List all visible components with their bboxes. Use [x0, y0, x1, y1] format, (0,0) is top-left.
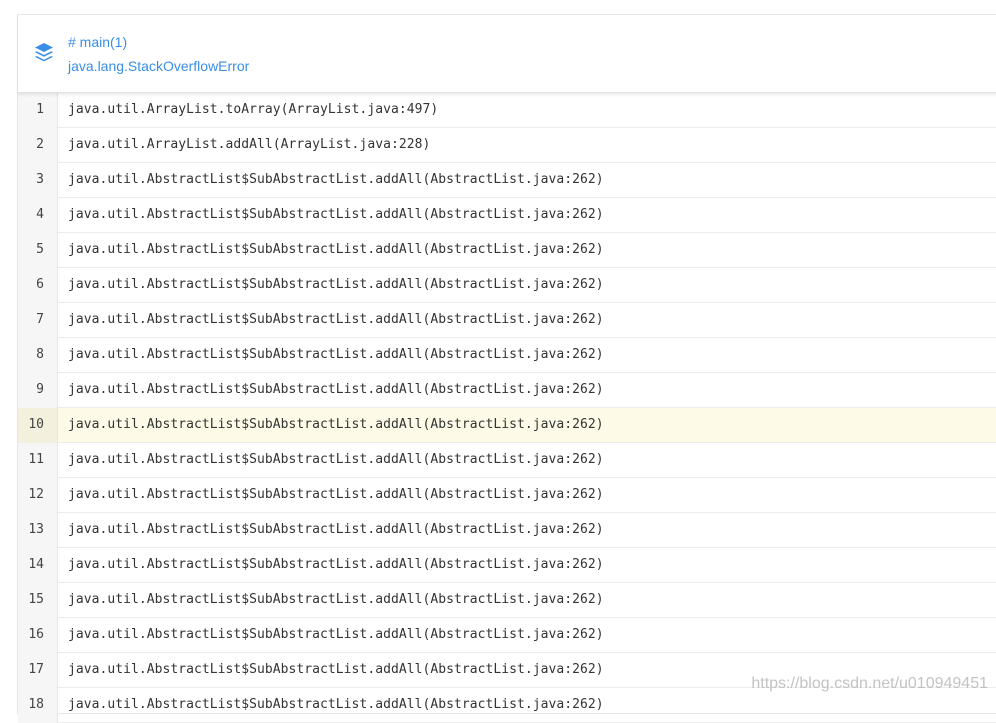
stack-frame-row[interactable]: 13 java.util.AbstractList$SubAbstractList…: [18, 513, 996, 548]
watermark: https://blog.csdn.net/u010949451: [751, 675, 988, 692]
stack-frame-row[interactable]: 8 java.util.AbstractList$SubAbstractList.…: [18, 338, 996, 373]
line-number-gutter: 16: [18, 618, 58, 653]
line-number-gutter: 15: [18, 583, 58, 618]
stack-frame-text: java.util.AbstractList$SubAbstractList.a…: [68, 172, 604, 187]
line-number-gutter: 14: [18, 548, 58, 583]
line-number: 10: [28, 417, 44, 432]
line-number: 15: [28, 592, 44, 607]
line-number: 2: [36, 137, 44, 152]
stack-frame-row[interactable]: 5 java.util.AbstractList$SubAbstractList.…: [18, 233, 996, 268]
stack-frame-row[interactable]: 18 java.util.AbstractList$SubAbstractList…: [18, 688, 996, 723]
line-number-gutter: 13: [18, 513, 58, 548]
stack-frame-row[interactable]: 12 java.util.AbstractList$SubAbstractList…: [18, 478, 996, 513]
line-number: 17: [28, 662, 44, 677]
line-number-gutter: 9: [18, 373, 58, 408]
line-number-gutter: 7: [18, 303, 58, 338]
line-number-gutter: 1: [18, 93, 58, 128]
stack-frame-text: java.util.ArrayList.addAll(ArrayList.jav…: [68, 137, 431, 152]
stack-frame-row[interactable]: 6 java.util.AbstractList$SubAbstractList.…: [18, 268, 996, 303]
stack-frame-text: java.util.AbstractList$SubAbstractList.a…: [68, 697, 604, 712]
line-number: 3: [36, 172, 44, 187]
stack-frame-text: java.util.AbstractList$SubAbstractList.a…: [68, 312, 604, 327]
line-number-gutter: 11: [18, 443, 58, 478]
stack-frame-text: java.util.AbstractList$SubAbstractList.a…: [68, 557, 604, 572]
stack-frame-text: java.util.AbstractList$SubAbstractList.a…: [68, 522, 604, 537]
line-number: 5: [36, 242, 44, 257]
stack-frame-row[interactable]: 9 java.util.AbstractList$SubAbstractList.…: [18, 373, 996, 408]
line-number-gutter: 12: [18, 478, 58, 513]
stack-frame-text: java.util.AbstractList$SubAbstractList.a…: [68, 417, 604, 432]
stack-trace-header: # main(1) java.lang.StackOverflowError: [18, 15, 996, 93]
line-number: 16: [28, 627, 44, 642]
line-number: 6: [36, 277, 44, 292]
line-number-gutter: 4: [18, 198, 58, 233]
stack-frame-text: java.util.ArrayList.toArray(ArrayList.ja…: [68, 102, 439, 117]
line-number-gutter: 17: [18, 653, 58, 688]
line-number: 9: [36, 382, 44, 397]
stack-frame-text: java.util.AbstractList$SubAbstractList.a…: [68, 487, 604, 502]
line-number: 8: [36, 347, 44, 362]
stack-frame-row[interactable]: 2 java.util.ArrayList.addAll(ArrayList.ja…: [18, 128, 996, 163]
stack-frame-row[interactable]: 3 java.util.AbstractList$SubAbstractList.…: [18, 163, 996, 198]
line-number-gutter: 10: [18, 408, 58, 443]
stack-frame-text: java.util.AbstractList$SubAbstractList.a…: [68, 382, 604, 397]
stack-frame-row[interactable]: 7 java.util.AbstractList$SubAbstractList.…: [18, 303, 996, 338]
stack-frame-row[interactable]: 15 java.util.AbstractList$SubAbstractList…: [18, 583, 996, 618]
line-number: 18: [28, 697, 44, 712]
stack-frame-text: java.util.AbstractList$SubAbstractList.a…: [68, 207, 604, 222]
stack-frame-text: java.util.AbstractList$SubAbstractList.a…: [68, 627, 604, 642]
line-number: 4: [36, 207, 44, 222]
stack-frame-row[interactable]: 11 java.util.AbstractList$SubAbstractList…: [18, 443, 996, 478]
stack-frame-list: 1 java.util.ArrayList.toArray(ArrayList.j…: [18, 93, 996, 723]
stack-frame-row[interactable]: 1 java.util.ArrayList.toArray(ArrayList.j…: [18, 93, 996, 128]
stack-frame-text: java.util.AbstractList$SubAbstractList.a…: [68, 452, 604, 467]
line-number: 7: [36, 312, 44, 327]
stack-frame-text: java.util.AbstractList$SubAbstractList.a…: [68, 277, 604, 292]
line-number-gutter: 6: [18, 268, 58, 303]
stack-frame-text: java.util.AbstractList$SubAbstractList.a…: [68, 592, 604, 607]
stack-frame-row[interactable]: 14 java.util.AbstractList$SubAbstractList…: [18, 548, 996, 583]
line-number-gutter: 8: [18, 338, 58, 373]
stack-frame-row[interactable]: 4 java.util.AbstractList$SubAbstractList.…: [18, 198, 996, 233]
stack-frame-row[interactable]: 10 java.util.AbstractList$SubAbstractList…: [18, 408, 996, 443]
layers-icon: [35, 43, 53, 62]
line-number: 13: [28, 522, 44, 537]
thread-name-link[interactable]: # main(1): [68, 34, 127, 50]
line-number: 11: [28, 452, 44, 467]
stack-trace-panel: # main(1) java.lang.StackOverflowError 1…: [17, 14, 996, 723]
line-number-gutter: 18: [18, 688, 58, 723]
stack-frame-row[interactable]: 16 java.util.AbstractList$SubAbstractList…: [18, 618, 996, 653]
line-number-gutter: 5: [18, 233, 58, 268]
line-number: 1: [36, 102, 44, 117]
line-number-gutter: 2: [18, 128, 58, 163]
line-number: 12: [28, 487, 44, 502]
stack-frame-text: java.util.AbstractList$SubAbstractList.a…: [68, 242, 604, 257]
stack-frame-text: java.util.AbstractList$SubAbstractList.a…: [68, 662, 604, 677]
line-number-gutter: 3: [18, 163, 58, 198]
exception-name-link[interactable]: java.lang.StackOverflowError: [68, 58, 249, 74]
stack-frame-text: java.util.AbstractList$SubAbstractList.a…: [68, 347, 604, 362]
line-number: 14: [28, 557, 44, 572]
